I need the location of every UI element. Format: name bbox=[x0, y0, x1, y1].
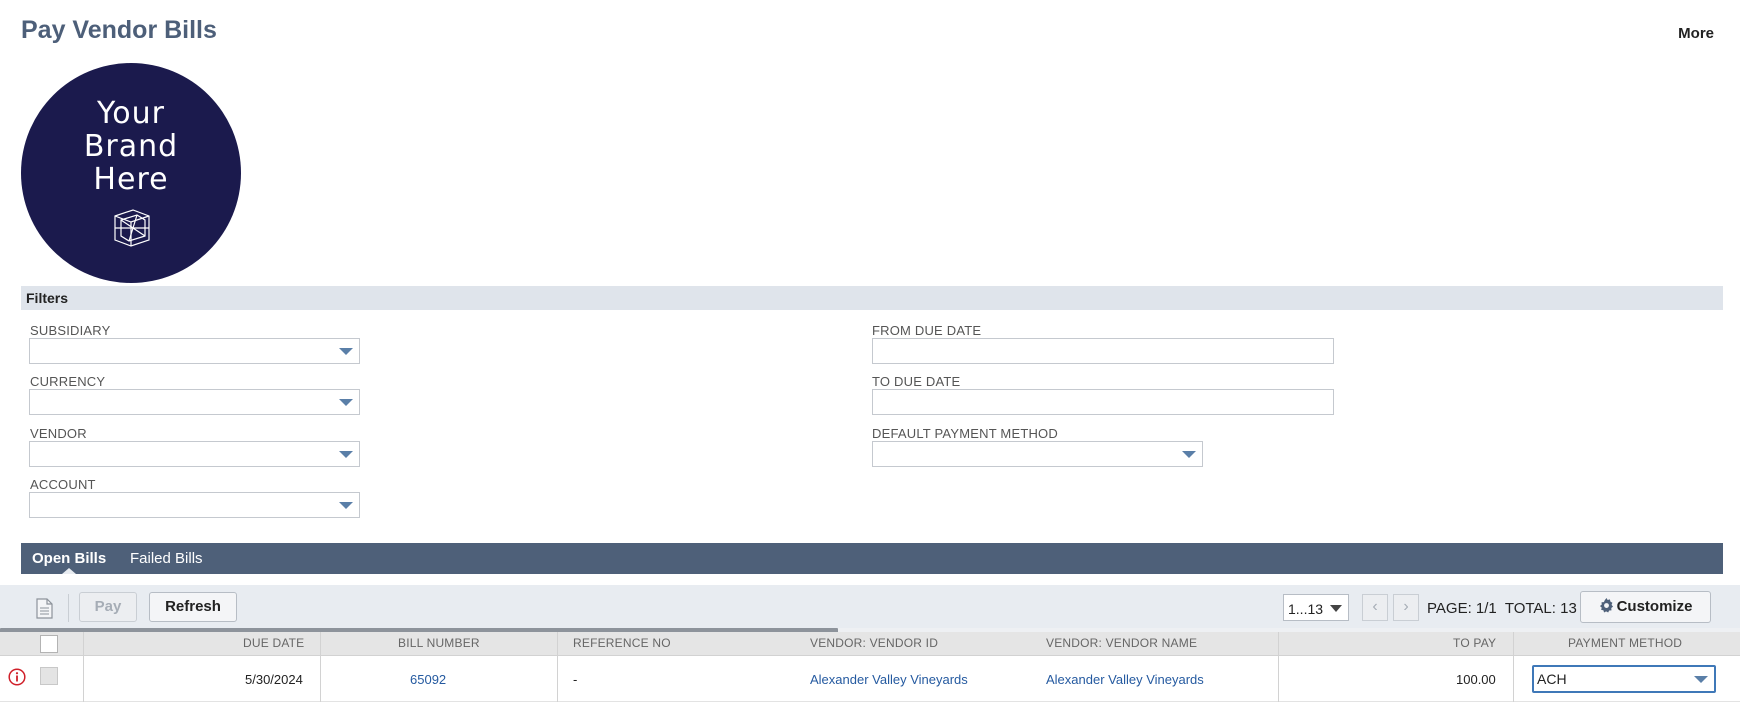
column-divider bbox=[1278, 632, 1279, 702]
currency-label: CURRENCY bbox=[30, 374, 106, 389]
column-divider bbox=[557, 632, 558, 702]
gear-icon bbox=[1599, 598, 1613, 613]
refresh-button[interactable]: Refresh bbox=[149, 592, 237, 622]
pay-button[interactable]: Pay bbox=[79, 592, 137, 622]
chevron-right-icon: › bbox=[1403, 598, 1409, 615]
cube-icon bbox=[114, 209, 150, 247]
chevron-left-icon: ‹ bbox=[1372, 598, 1378, 615]
cell-to-pay: 100.00 bbox=[1456, 672, 1496, 687]
chevron-down-icon bbox=[339, 502, 353, 509]
active-tab-indicator bbox=[62, 568, 76, 574]
chevron-down-icon bbox=[339, 399, 353, 406]
default-payment-method-label: DEFAULT PAYMENT METHOD bbox=[872, 426, 1058, 441]
customize-button[interactable]: Customize bbox=[1580, 591, 1711, 623]
more-menu[interactable]: More bbox=[1678, 25, 1714, 42]
column-header-bill-number[interactable]: BILL NUMBER bbox=[398, 636, 480, 650]
column-header-payment-method[interactable]: PAYMENT METHOD bbox=[1568, 636, 1682, 650]
chevron-down-icon bbox=[1694, 676, 1708, 683]
column-divider bbox=[1513, 632, 1514, 702]
account-label: ACCOUNT bbox=[30, 477, 96, 492]
default-payment-method-select[interactable] bbox=[872, 441, 1203, 467]
chevron-down-icon bbox=[339, 451, 353, 458]
filters-section-header: Filters bbox=[21, 286, 1723, 310]
subsidiary-select[interactable] bbox=[29, 338, 360, 364]
vendor-label: VENDOR bbox=[30, 426, 87, 441]
subtab-bar: Open Bills Failed Bills bbox=[21, 543, 1723, 574]
subsidiary-label: SUBSIDIARY bbox=[30, 323, 111, 338]
payment-method-select[interactable]: ACH bbox=[1532, 665, 1716, 693]
from-due-date-label: FROM DUE DATE bbox=[872, 323, 982, 338]
column-header-due-date[interactable]: DUE DATE bbox=[243, 636, 304, 650]
row-select-checkbox[interactable] bbox=[40, 667, 58, 685]
cell-bill-number-link[interactable]: 65092 bbox=[410, 672, 446, 687]
vendor-select[interactable] bbox=[29, 441, 360, 467]
cell-due-date: 5/30/2024 bbox=[245, 672, 303, 687]
warning-icon[interactable] bbox=[8, 668, 26, 686]
brand-logo-text: Your Brand Here bbox=[83, 96, 179, 197]
column-header-vendor-name[interactable]: VENDOR: VENDOR NAME bbox=[1046, 636, 1197, 650]
prev-page-button[interactable]: ‹ bbox=[1362, 594, 1388, 621]
cell-vendor-id-link[interactable]: Alexander Valley Vineyards bbox=[810, 672, 968, 687]
column-header-to-pay[interactable]: TO PAY bbox=[1453, 636, 1496, 650]
select-all-checkbox[interactable] bbox=[40, 635, 58, 653]
column-divider bbox=[320, 632, 321, 702]
tab-failed-bills[interactable]: Failed Bills bbox=[130, 550, 203, 567]
brand-logo: Your Brand Here bbox=[21, 63, 241, 283]
page-total-info: PAGE: 1/1 TOTAL: 13 bbox=[1427, 600, 1577, 617]
currency-select[interactable] bbox=[29, 389, 360, 415]
cell-reference-no: - bbox=[573, 672, 578, 687]
to-due-date-label: TO DUE DATE bbox=[872, 374, 961, 389]
document-icon[interactable] bbox=[35, 598, 54, 619]
page-range-select[interactable]: 1...13 bbox=[1283, 594, 1349, 621]
cell-vendor-name-link[interactable]: Alexander Valley Vineyards bbox=[1046, 672, 1204, 687]
tab-open-bills[interactable]: Open Bills bbox=[32, 550, 106, 567]
chevron-down-icon bbox=[1330, 605, 1342, 612]
column-header-reference-no[interactable]: REFERENCE NO bbox=[573, 636, 671, 650]
from-due-date-input[interactable] bbox=[872, 338, 1334, 364]
column-header-vendor-id[interactable]: VENDOR: VENDOR ID bbox=[810, 636, 938, 650]
chevron-down-icon bbox=[339, 348, 353, 355]
chevron-down-icon bbox=[1182, 451, 1196, 458]
account-select[interactable] bbox=[29, 492, 360, 518]
toolbar-separator bbox=[68, 594, 69, 622]
to-due-date-input[interactable] bbox=[872, 389, 1334, 415]
page-title: Pay Vendor Bills bbox=[21, 16, 217, 44]
next-page-button[interactable]: › bbox=[1393, 594, 1419, 621]
column-divider bbox=[83, 632, 84, 702]
